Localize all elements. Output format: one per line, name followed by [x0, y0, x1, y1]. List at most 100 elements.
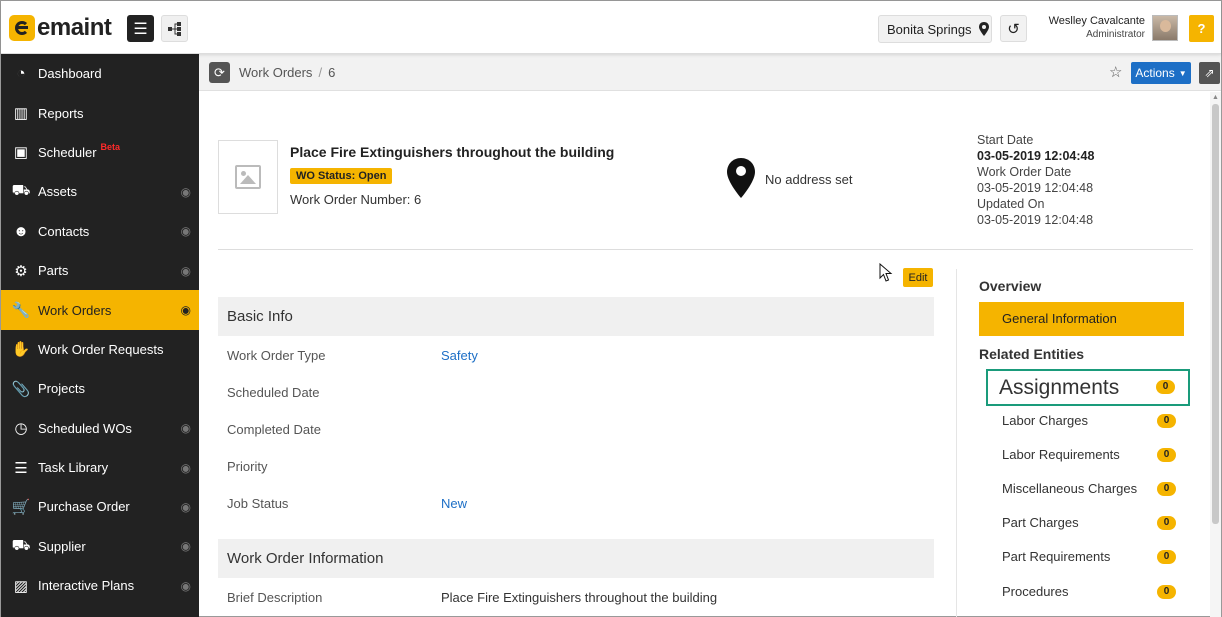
cogs-icon: ⚙ — [14, 262, 28, 280]
sidebar-item-label: Dashboard — [38, 66, 102, 82]
breadcrumb-module-link[interactable]: Work Orders — [239, 65, 312, 80]
mouse-cursor-icon — [879, 263, 893, 282]
sidebar-item-supplier[interactable]: ⛟ Supplier ◉ — [1, 527, 199, 566]
start-date-value: 03-05-2019 12:04:48 — [977, 149, 1095, 163]
eye-icon[interactable]: ◉ — [181, 500, 191, 514]
related-item-label: Procedures — [1002, 584, 1069, 599]
sidebar-item-label: Projects — [38, 381, 85, 397]
related-item-part-requirements[interactable]: Part Requirements 0 — [1002, 547, 1182, 567]
avatar[interactable] — [1152, 15, 1178, 41]
sidebar-item-parts[interactable]: ⚙ Parts ◉ — [1, 251, 199, 290]
sidebar-item-label: Interactive Plans — [38, 578, 135, 594]
sidebar-item-assets[interactable]: ⛟ Assets ◉ — [1, 172, 199, 211]
sidebar-item-work-orders[interactable]: 🔧 Work Orders ◉ — [1, 290, 199, 330]
actions-dropdown-button[interactable]: Actions ▼ — [1131, 62, 1191, 84]
truck-icon: ⛟ — [11, 536, 31, 554]
field-label-completed-date: Completed Date — [227, 422, 321, 437]
sidebar-item-projects[interactable]: 📎 Projects — [1, 369, 199, 408]
related-item-procedures[interactable]: Procedures 0 — [1002, 582, 1182, 602]
sitemap-icon — [167, 21, 181, 36]
menu-toggle-button[interactable]: ☰ — [127, 15, 154, 42]
status-badge: WO Status: Open — [290, 168, 393, 184]
share-icon: ⇗ — [1204, 66, 1215, 80]
history-button[interactable]: ↺ — [1000, 15, 1027, 42]
user-info[interactable]: Weslley Cavalcante Administrator — [1031, 15, 1145, 41]
panel-divider — [956, 269, 957, 617]
address-text: No address set — [765, 172, 853, 187]
sidebar-item-scheduled-wos[interactable]: ◷ Scheduled WOs ◉ — [1, 409, 199, 448]
user-name: Weslley Cavalcante — [1048, 15, 1145, 27]
sidebar-item-interactive-plans[interactable]: ▨ Interactive Plans ◉ — [1, 566, 199, 605]
help-button[interactable]: ? — [1189, 15, 1214, 42]
share-button[interactable]: ⇗ — [1199, 62, 1220, 84]
emaint-logo[interactable]: emaint — [9, 14, 112, 42]
eye-icon[interactable]: ◉ — [181, 579, 191, 593]
user-role: Administrator — [1086, 29, 1145, 40]
sidebar-item-label: Task Library — [38, 460, 109, 476]
related-entities-heading: Related Entities — [979, 346, 1085, 362]
sidebar-item-label: Parts — [38, 263, 69, 279]
field-value-work-order-type[interactable]: Safety — [441, 348, 478, 363]
related-item-label: Miscellaneous Charges — [1002, 481, 1138, 496]
location-name: Bonita Springs — [887, 21, 972, 37]
related-item-labor-requirements[interactable]: Labor Requirements 0 — [1002, 445, 1182, 465]
sidebar-item-task-library[interactable]: ☰ Task Library ◉ — [1, 448, 199, 487]
history-icon: ↺ — [1007, 20, 1020, 38]
start-date-label: Start Date — [977, 133, 1034, 147]
assignments-count-badge: 0 — [1156, 380, 1175, 394]
image-placeholder-icon — [235, 165, 261, 189]
edit-button[interactable]: Edit — [903, 268, 933, 287]
sidebar-item-reports[interactable]: ▥ Reports — [1, 93, 199, 132]
calendar-check-icon: ▣ — [13, 144, 29, 162]
breadcrumb-separator: / — [318, 65, 323, 80]
favorite-star-icon[interactable]: ☆ — [1109, 63, 1122, 81]
related-item-label: Part Requirements — [1002, 549, 1111, 564]
wrench-icon: 🔧 — [11, 302, 31, 320]
eye-icon[interactable]: ◉ — [181, 224, 191, 238]
related-item-label: Part Charges — [1002, 515, 1079, 530]
field-label-scheduled-date: Scheduled Date — [227, 385, 320, 400]
count-badge: 0 — [1157, 585, 1176, 599]
eye-icon[interactable]: ◉ — [181, 539, 191, 553]
refresh-icon: ⟳ — [214, 64, 225, 80]
work-order-number: Work Order Number: 6 — [290, 192, 421, 207]
eye-icon[interactable]: ◉ — [181, 421, 191, 435]
sidebar-item-work-order-requests[interactable]: ✋ Work Order Requests — [1, 330, 199, 369]
sidebar-item-scheduler[interactable]: ▣ Scheduler Beta — [1, 133, 199, 172]
address-map-pin-icon — [727, 158, 755, 198]
hierarchy-button[interactable] — [161, 15, 188, 42]
work-order-information-header[interactable]: Work Order Information — [218, 539, 934, 578]
eye-icon[interactable]: ◉ — [181, 264, 191, 278]
sidebar-item-label: Supplier — [38, 538, 86, 554]
sidebar-item-label: Work Order Requests — [38, 341, 164, 357]
eye-icon[interactable]: ◉ — [181, 303, 191, 317]
eye-icon[interactable]: ◉ — [181, 461, 191, 475]
field-value-job-status[interactable]: New — [441, 496, 467, 511]
sidebar-item-label: Work Orders — [38, 302, 112, 318]
scroll-up-icon[interactable]: ▲ — [1212, 94, 1219, 101]
sidebar-item-contacts[interactable]: ☻ Contacts ◉ — [1, 212, 199, 251]
field-value-brief-description: Place Fire Extinguishers throughout the … — [441, 590, 718, 605]
sidebar-item-label: Scheduler — [38, 144, 97, 160]
vertical-scrollbar[interactable]: ▲ — [1210, 92, 1221, 617]
related-item-labor-charges[interactable]: Labor Charges 0 — [1002, 411, 1182, 431]
sidebar-item-label: Scheduled WOs — [38, 420, 132, 436]
count-badge: 0 — [1157, 550, 1176, 564]
date-summary: Start Date 03-05-2019 12:04:48 Work Orde… — [977, 132, 1094, 228]
eye-icon[interactable]: ◉ — [181, 185, 191, 199]
work-order-number-value: 6 — [414, 192, 422, 207]
related-item-miscellaneous-charges[interactable]: Miscellaneous Charges 0 — [1002, 479, 1182, 499]
location-selector[interactable]: Bonita Springs — [878, 15, 992, 43]
sidebar-item-purchase-order[interactable]: 🛒 Purchase Order ◉ — [1, 487, 199, 526]
work-order-date-value: 03-05-2019 12:04:48 — [977, 181, 1094, 195]
users-icon: ☻ — [13, 222, 29, 240]
related-item-part-charges[interactable]: Part Charges 0 — [1002, 513, 1182, 533]
beta-badge: Beta — [100, 142, 121, 153]
overview-general-information[interactable]: General Information — [979, 302, 1184, 336]
related-item-assignments[interactable]: Assignments — [999, 376, 1119, 400]
basic-info-header[interactable]: Basic Info — [218, 297, 934, 336]
work-order-image-placeholder[interactable] — [218, 140, 278, 214]
sidebar-item-dashboard[interactable]: ◔ Dashboard — [1, 54, 199, 93]
scrollbar-thumb[interactable] — [1212, 104, 1219, 524]
refresh-button[interactable]: ⟳ — [209, 62, 230, 83]
